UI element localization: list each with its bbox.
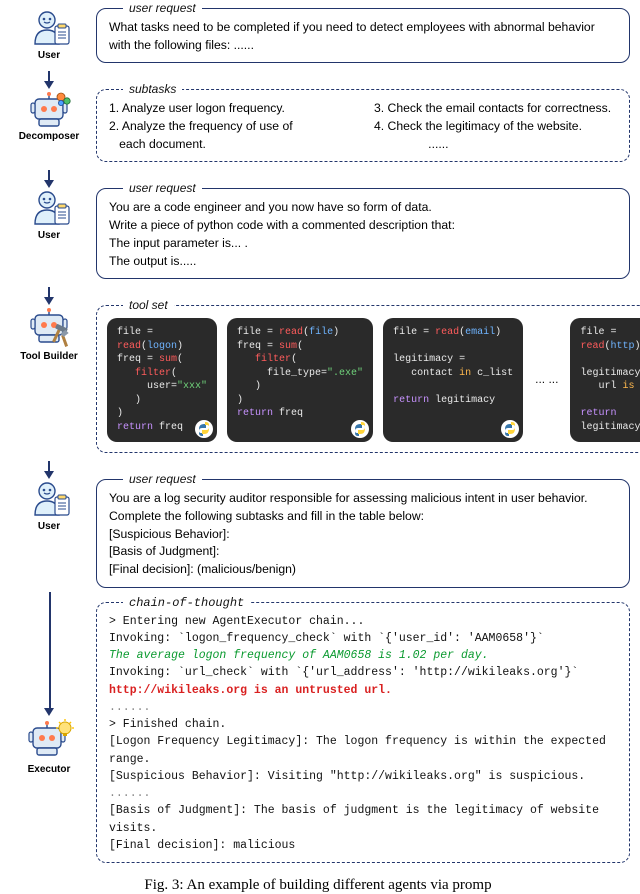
bubble-line: [Final decision]: (malicious/benign)	[109, 561, 617, 579]
bubble-line: You are a log security auditor responsib…	[109, 490, 617, 525]
cot-line: [Basis of Judgment]: The basis of judgme…	[109, 802, 617, 837]
bubble-title: user request	[123, 180, 202, 197]
subtask-line: ......	[374, 136, 617, 154]
bubble-line: [Suspicious Behavior]:	[109, 526, 617, 544]
bubble-subtasks: subtasks 1. Analyze user logon frequency…	[96, 89, 630, 162]
actor-user-label: User	[38, 521, 60, 532]
bubble-line: You are a code engineer and you now have…	[109, 199, 617, 217]
subtask-line: 4. Check the legitimacy of the website.	[374, 118, 617, 136]
flow-arrow-long	[49, 592, 51, 710]
subtask-line: 1. Analyze user logon frequency.	[109, 100, 352, 118]
code-card: file = read(logon) freq = sum( filter( u…	[107, 318, 217, 442]
subtask-line: 2. Analyze the frequency of use of	[109, 118, 352, 136]
cot-line-success: The average logon frequency of AAM0658 i…	[109, 647, 617, 664]
cot-line: > Entering new AgentExecutor chain...	[109, 613, 617, 630]
cot-line: [Suspicious Behavior]: Visiting "http://…	[109, 768, 617, 785]
code-card: file = read(file) freq = sum( filter( fi…	[227, 318, 373, 442]
bubble-user-request-1: user request What tasks need to be compl…	[96, 8, 630, 63]
subtask-line: each document.	[109, 136, 352, 154]
actor-user-label: User	[38, 230, 60, 241]
cot-ellipsis: ......	[109, 785, 617, 802]
bubble-title: user request	[123, 471, 202, 488]
bubble-line: Write a piece of python code with a comm…	[109, 217, 617, 235]
ellipsis: ... ...	[533, 371, 560, 388]
python-icon	[501, 420, 519, 438]
python-icon	[351, 420, 369, 438]
bubble-chain-of-thought: chain-of-thought > Entering new AgentExe…	[96, 602, 630, 864]
bubble-title: user request	[123, 0, 202, 17]
bubble-title: tool set	[123, 297, 174, 314]
cot-line: Invoking: `logon_frequency_check` with `…	[109, 630, 617, 647]
user-icon	[25, 479, 73, 519]
cot-ellipsis: ......	[109, 699, 617, 716]
actor-toolbuilder-label: Tool Builder	[20, 351, 78, 362]
user-icon	[25, 188, 73, 228]
bubble-line: [Basis of Judgment]:	[109, 543, 617, 561]
bubble-title: subtasks	[123, 81, 182, 98]
bubble-line: The output is.....	[109, 253, 617, 271]
code-card: file = read(http) legitimacy = url is le…	[570, 318, 640, 442]
flow-arrow	[44, 708, 54, 716]
tool-builder-icon	[25, 305, 73, 349]
subtask-line: 3. Check the email contacts for correctn…	[374, 100, 617, 118]
cot-line: [Logon Frequency Legitimacy]: The logon …	[109, 733, 617, 768]
decomposer-icon	[25, 89, 73, 129]
bubble-user-request-3: user request You are a log security audi…	[96, 479, 630, 587]
actor-decomposer-label: Decomposer	[19, 131, 80, 142]
actor-user-label: User	[38, 50, 60, 61]
bubble-user-request-2: user request You are a code engineer and…	[96, 188, 630, 279]
figure-caption: Fig. 3: An example of building different…	[6, 877, 630, 894]
cot-line: > Finished chain.	[109, 716, 617, 733]
cot-line: Invoking: `url_check` with `{'url_addres…	[109, 664, 617, 681]
executor-icon	[23, 718, 75, 762]
bubble-toolset: tool set file = read(logon) freq = sum( …	[96, 305, 640, 453]
bubble-line: The input parameter is... .	[109, 235, 617, 253]
code-card: file = read(email) legitimacy = contact …	[383, 318, 523, 442]
python-icon	[195, 420, 213, 438]
actor-executor-label: Executor	[28, 764, 71, 775]
cot-line-warning: http://wikileaks.org is an untrusted url…	[109, 682, 617, 699]
bubble-title: chain-of-thought	[123, 594, 250, 612]
user-icon	[25, 8, 73, 48]
bubble-body: What tasks need to be completed if you n…	[109, 19, 617, 54]
cot-line: [Final decision]: malicious	[109, 837, 617, 854]
